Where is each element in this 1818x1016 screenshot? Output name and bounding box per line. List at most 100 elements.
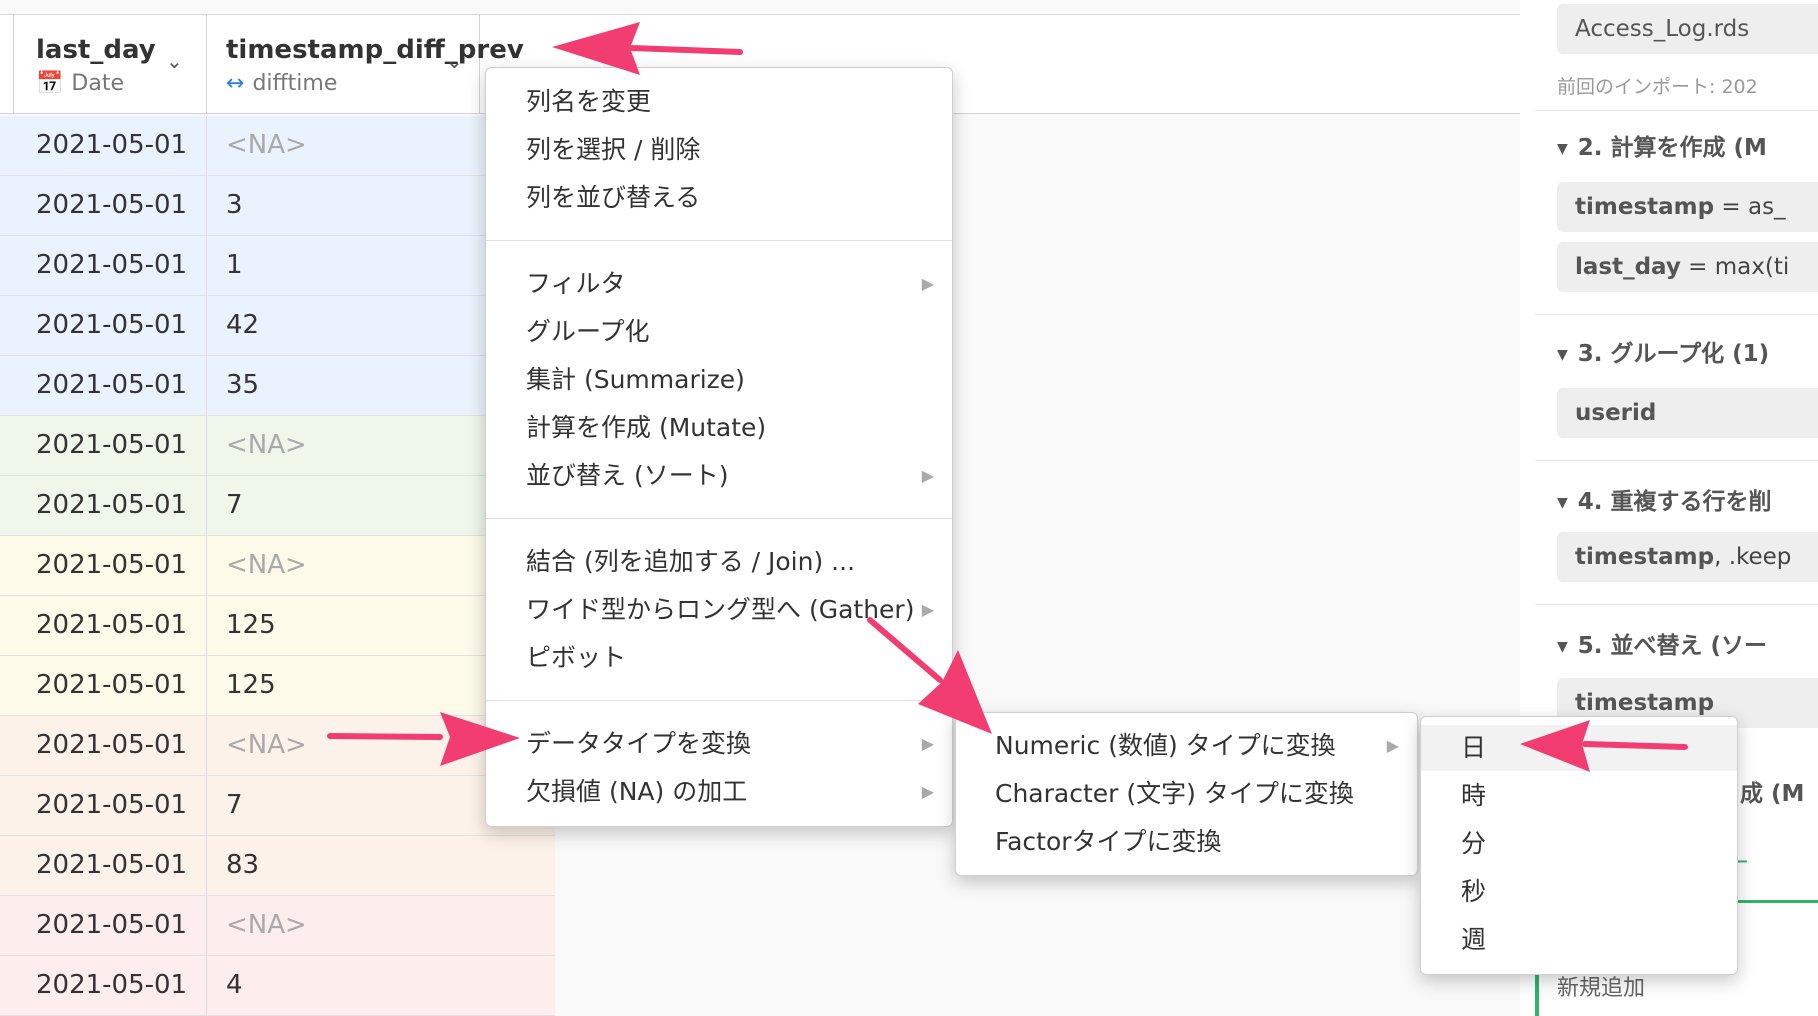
submenu-arrow-icon: ▶ bbox=[921, 274, 934, 293]
step-title-label: 4. 重複する行を削 bbox=[1577, 489, 1772, 515]
menu-item-filter[interactable]: フィルタ ▶ bbox=[486, 261, 952, 307]
menu-item-gather[interactable]: ワイド型からロング型へ (Gather) ▶ bbox=[486, 587, 952, 633]
column-context-menu: 列名を変更 列を選択 / 削除 列を並び替える フィルタ ▶ グループ化 集計 (… bbox=[485, 67, 953, 827]
cell-last-day: 2021-05-01 bbox=[36, 370, 188, 400]
menu-item-label: フィルタ bbox=[526, 269, 626, 298]
menu-item-label: グループ化 bbox=[526, 317, 650, 346]
cell-timestamp-diff-prev: 83 bbox=[226, 850, 260, 880]
step-title[interactable]: ▼ 3. グループ化 (1) bbox=[1557, 334, 1769, 368]
cell-timestamp-diff-prev: <NA> bbox=[226, 910, 307, 940]
menu-divider bbox=[486, 240, 952, 241]
column-type-label: difftime bbox=[252, 71, 338, 96]
menu-item-label: 並び替え (ソート) bbox=[526, 461, 729, 490]
menu-divider bbox=[486, 700, 952, 701]
menu-item-handle-na[interactable]: 欠損値 (NA) の加工 ▶ bbox=[486, 769, 952, 815]
menu-item-label: Character (文字) タイプに変換 bbox=[995, 779, 1354, 808]
cell-timestamp-diff-prev: 7 bbox=[226, 790, 243, 820]
column-type: 📅 Date bbox=[36, 71, 124, 96]
cell-last-day: 2021-05-01 bbox=[36, 550, 188, 580]
step-title[interactable]: ▼ 2. 計算を作成 (M bbox=[1557, 128, 1767, 162]
menu-item-label: 秒 bbox=[1461, 877, 1487, 906]
table-row: 2021-05-01 4 bbox=[0, 956, 555, 1016]
menu-item-unit-minute[interactable]: 分 bbox=[1421, 821, 1737, 867]
menu-item-group-by[interactable]: グループ化 bbox=[486, 309, 952, 355]
menu-item-rename-column[interactable]: 列名を変更 bbox=[486, 79, 952, 125]
menu-item-unit-hour[interactable]: 時 bbox=[1421, 773, 1737, 819]
menu-item-convert-data-type[interactable]: データタイプを変換 ▶ bbox=[486, 721, 952, 767]
table-row: 2021-05-01 <NA> bbox=[0, 536, 555, 596]
menu-item-convert-factor[interactable]: Factorタイプに変換 bbox=[956, 819, 1417, 865]
menu-item-reorder-columns[interactable]: 列を並び替える bbox=[486, 175, 952, 221]
menu-item-label: ワイド型からロング型へ (Gather) bbox=[526, 595, 915, 624]
column-header-last-day[interactable]: last_day ⌄ 📅 Date bbox=[14, 15, 207, 113]
menu-item-label: 週 bbox=[1461, 925, 1487, 954]
step-title[interactable]: ▼ 5. 並べ替え (ソー bbox=[1557, 626, 1767, 660]
cell-divider bbox=[206, 476, 207, 535]
cell-divider bbox=[206, 896, 207, 955]
cell-timestamp-diff-prev: 4 bbox=[226, 970, 243, 1000]
convert-type-submenu: Numeric (数値) タイプに変換 ▶ Character (文字) タイプに… bbox=[955, 712, 1418, 876]
step-chip[interactable]: last_day = max(ti bbox=[1557, 242, 1818, 292]
table-row: 2021-05-01 1 bbox=[0, 236, 555, 296]
menu-item-join[interactable]: 結合 (列を追加する / Join) ... bbox=[486, 539, 952, 585]
chevron-down-icon[interactable]: ⌄ bbox=[446, 49, 463, 73]
caret-down-icon[interactable]: ▼ bbox=[1557, 495, 1568, 511]
menu-item-label: ピボット bbox=[526, 643, 627, 672]
step-chip[interactable]: timestamp = as_ bbox=[1557, 182, 1818, 232]
cell-last-day: 2021-05-01 bbox=[36, 490, 188, 520]
cell-last-day: 2021-05-01 bbox=[36, 130, 188, 160]
cell-timestamp-diff-prev: 3 bbox=[226, 190, 243, 220]
submenu-arrow-icon: ▶ bbox=[921, 734, 934, 753]
caret-down-icon[interactable]: ▼ bbox=[1557, 141, 1568, 157]
menu-item-label: Factorタイプに変換 bbox=[995, 827, 1222, 856]
caret-down-icon[interactable]: ▼ bbox=[1557, 639, 1568, 655]
step-title-label: 2. 計算を作成 (M bbox=[1577, 135, 1767, 161]
cell-timestamp-diff-prev: 125 bbox=[226, 610, 276, 640]
chip-column: userid bbox=[1575, 400, 1657, 426]
menu-item-summarize[interactable]: 集計 (Summarize) bbox=[486, 357, 952, 403]
caret-down-icon[interactable]: ▼ bbox=[1557, 347, 1568, 363]
column-header-timestamp-diff-prev[interactable]: timestamp_diff_prev ⌄ ↔ difftime bbox=[206, 15, 524, 113]
menu-item-unit-week[interactable]: 週 bbox=[1421, 917, 1737, 963]
step-title-partial: 成 (M bbox=[1740, 781, 1805, 807]
source-file-chip[interactable]: Access_Log.rds bbox=[1557, 4, 1818, 54]
table-row: 2021-05-01 <NA> bbox=[0, 416, 555, 476]
chip-column: timestamp bbox=[1575, 194, 1715, 220]
menu-item-label: 列名を変更 bbox=[526, 87, 652, 116]
step-chip[interactable]: timestamp, .keep bbox=[1557, 532, 1818, 582]
menu-item-label: 列を選択 / 削除 bbox=[526, 135, 701, 164]
menu-item-label: 分 bbox=[1461, 829, 1487, 858]
submenu-arrow-icon: ▶ bbox=[1386, 736, 1399, 755]
divider bbox=[1535, 460, 1818, 461]
cell-last-day: 2021-05-01 bbox=[36, 730, 188, 760]
calendar-icon: 📅 bbox=[36, 71, 64, 96]
menu-item-select-remove-columns[interactable]: 列を選択 / 削除 bbox=[486, 127, 952, 173]
menu-item-label: 計算を作成 (Mutate) bbox=[526, 413, 767, 442]
cell-divider bbox=[206, 536, 207, 595]
step-title[interactable]: ▼ 4. 重複する行を削 bbox=[1557, 482, 1772, 516]
double-arrow-icon: ↔ bbox=[226, 71, 245, 96]
cell-divider bbox=[206, 836, 207, 895]
menu-item-unit-second[interactable]: 秒 bbox=[1421, 869, 1737, 915]
cell-timestamp-diff-prev: 1 bbox=[226, 250, 243, 280]
chip-expression: = as_ bbox=[1714, 194, 1786, 220]
cell-timestamp-diff-prev: 42 bbox=[226, 310, 260, 340]
menu-item-convert-numeric[interactable]: Numeric (数値) タイプに変換 ▶ bbox=[956, 723, 1417, 769]
menu-item-mutate[interactable]: 計算を作成 (Mutate) bbox=[486, 405, 952, 451]
submenu-arrow-icon: ▶ bbox=[921, 466, 934, 485]
menu-item-pivot[interactable]: ピボット bbox=[486, 635, 952, 681]
menu-item-label: 時 bbox=[1461, 781, 1487, 810]
menu-divider bbox=[486, 518, 952, 519]
menu-item-sort[interactable]: 並び替え (ソート) ▶ bbox=[486, 453, 952, 499]
cell-divider bbox=[206, 176, 207, 235]
import-note: 前回のインポート: 202 bbox=[1557, 76, 1758, 98]
chevron-down-icon[interactable]: ⌄ bbox=[166, 49, 183, 73]
cell-last-day: 2021-05-01 bbox=[36, 970, 188, 1000]
menu-item-label: 欠損値 (NA) の加工 bbox=[526, 777, 748, 806]
menu-item-unit-day[interactable]: 日 bbox=[1421, 725, 1737, 771]
step-chip[interactable]: userid bbox=[1557, 388, 1818, 438]
cell-last-day: 2021-05-01 bbox=[36, 190, 188, 220]
menu-item-label: 列を並び替える bbox=[526, 183, 701, 212]
menu-item-label: データタイプを変換 bbox=[526, 729, 752, 758]
menu-item-convert-character[interactable]: Character (文字) タイプに変換 bbox=[956, 771, 1417, 817]
